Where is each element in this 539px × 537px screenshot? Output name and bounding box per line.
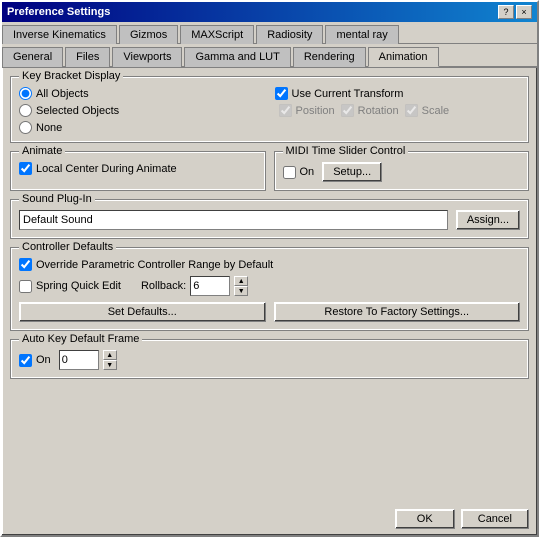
rollback-input[interactable] bbox=[190, 276, 230, 296]
position-check[interactable]: Position bbox=[279, 104, 335, 117]
sound-label: Sound Plug-In bbox=[19, 193, 95, 205]
spring-check[interactable]: Spring Quick Edit bbox=[19, 280, 121, 293]
tab-animation[interactable]: Animation bbox=[368, 47, 439, 67]
radio-selected-objects[interactable]: Selected Objects bbox=[19, 104, 265, 117]
tabs-row-1: Inverse Kinematics Gizmos MAXScript Radi… bbox=[2, 22, 537, 44]
tab-gizmos[interactable]: Gizmos bbox=[119, 25, 178, 44]
auto-key-on-check[interactable]: On bbox=[19, 354, 51, 367]
frame-down-button[interactable]: ▼ bbox=[103, 360, 117, 370]
rollback-label: Rollback: bbox=[141, 280, 186, 292]
use-current-transform-input[interactable] bbox=[275, 87, 288, 100]
auto-key-on-input[interactable] bbox=[19, 354, 32, 367]
radio-all-objects-input[interactable] bbox=[19, 87, 32, 100]
footer: OK Cancel bbox=[2, 503, 537, 535]
local-center-input[interactable] bbox=[19, 162, 32, 175]
ok-button[interactable]: OK bbox=[395, 509, 455, 529]
tab-radiosity[interactable]: Radiosity bbox=[256, 25, 323, 44]
override-check[interactable]: Override Parametric Controller Range by … bbox=[19, 258, 520, 271]
rotation-input[interactable] bbox=[341, 104, 354, 117]
help-button[interactable]: ? bbox=[498, 5, 514, 19]
radio-none[interactable]: None bbox=[19, 121, 265, 134]
midi-on-check[interactable]: On bbox=[283, 166, 315, 179]
tab-maxscript[interactable]: MAXScript bbox=[180, 25, 254, 44]
rotation-check[interactable]: Rotation bbox=[341, 104, 399, 117]
title-bar: Preference Settings ? × bbox=[2, 2, 537, 22]
tab-general[interactable]: General bbox=[2, 47, 63, 67]
radio-none-input[interactable] bbox=[19, 121, 32, 134]
tab-inverse-kinematics[interactable]: Inverse Kinematics bbox=[2, 25, 117, 44]
radio-group-objects: All Objects Selected Objects None bbox=[19, 87, 265, 134]
window-title: Preference Settings bbox=[7, 6, 110, 18]
title-bar-buttons: ? × bbox=[498, 5, 532, 19]
radio-selected-objects-input[interactable] bbox=[19, 104, 32, 117]
controller-label: Controller Defaults bbox=[19, 241, 116, 253]
frame-up-button[interactable]: ▲ bbox=[103, 350, 117, 360]
assign-button[interactable]: Assign... bbox=[456, 210, 520, 230]
preference-settings-window: Preference Settings ? × Inverse Kinemati… bbox=[0, 0, 539, 537]
tab-viewports[interactable]: Viewports bbox=[112, 47, 182, 67]
midi-label: MIDI Time Slider Control bbox=[283, 145, 409, 157]
animate-group: Animate Local Center During Animate bbox=[10, 151, 266, 191]
animate-label: Animate bbox=[19, 145, 65, 157]
spring-input[interactable] bbox=[19, 280, 32, 293]
position-input[interactable] bbox=[279, 104, 292, 117]
sound-group: Sound Plug-In Assign... bbox=[10, 199, 529, 239]
frame-input[interactable] bbox=[59, 350, 99, 370]
rollback-up-button[interactable]: ▲ bbox=[234, 276, 248, 286]
tab-mental-ray[interactable]: mental ray bbox=[325, 25, 398, 44]
scale-input[interactable] bbox=[405, 104, 418, 117]
use-current-transform-check[interactable]: Use Current Transform bbox=[275, 87, 521, 100]
set-defaults-button[interactable]: Set Defaults... bbox=[19, 302, 266, 322]
tabs-row-2: General Files Viewports Gamma and LUT Re… bbox=[2, 44, 537, 68]
scale-check[interactable]: Scale bbox=[405, 104, 450, 117]
radio-all-objects[interactable]: All Objects bbox=[19, 87, 265, 100]
cancel-button[interactable]: Cancel bbox=[461, 509, 529, 529]
local-center-check[interactable]: Local Center During Animate bbox=[19, 162, 257, 175]
key-bracket-label: Key Bracket Display bbox=[19, 70, 123, 82]
auto-key-group: Auto Key Default Frame On ▲ ▼ bbox=[10, 339, 529, 379]
midi-group: MIDI Time Slider Control On Setup... bbox=[274, 151, 530, 191]
tab-gamma-lut[interactable]: Gamma and LUT bbox=[184, 47, 290, 67]
midi-setup-button[interactable]: Setup... bbox=[322, 162, 382, 182]
tab-files[interactable]: Files bbox=[65, 47, 110, 67]
auto-key-label: Auto Key Default Frame bbox=[19, 333, 142, 345]
midi-on-input[interactable] bbox=[283, 166, 296, 179]
override-input[interactable] bbox=[19, 258, 32, 271]
rollback-down-button[interactable]: ▼ bbox=[234, 286, 248, 296]
controller-group: Controller Defaults Override Parametric … bbox=[10, 247, 529, 331]
sound-input[interactable] bbox=[19, 210, 448, 230]
key-bracket-group: Key Bracket Display All Objects Selected… bbox=[10, 76, 529, 143]
restore-factory-button[interactable]: Restore To Factory Settings... bbox=[274, 302, 521, 322]
tab-rendering[interactable]: Rendering bbox=[293, 47, 366, 67]
close-button[interactable]: × bbox=[516, 5, 532, 19]
main-content: Key Bracket Display All Objects Selected… bbox=[2, 68, 537, 503]
